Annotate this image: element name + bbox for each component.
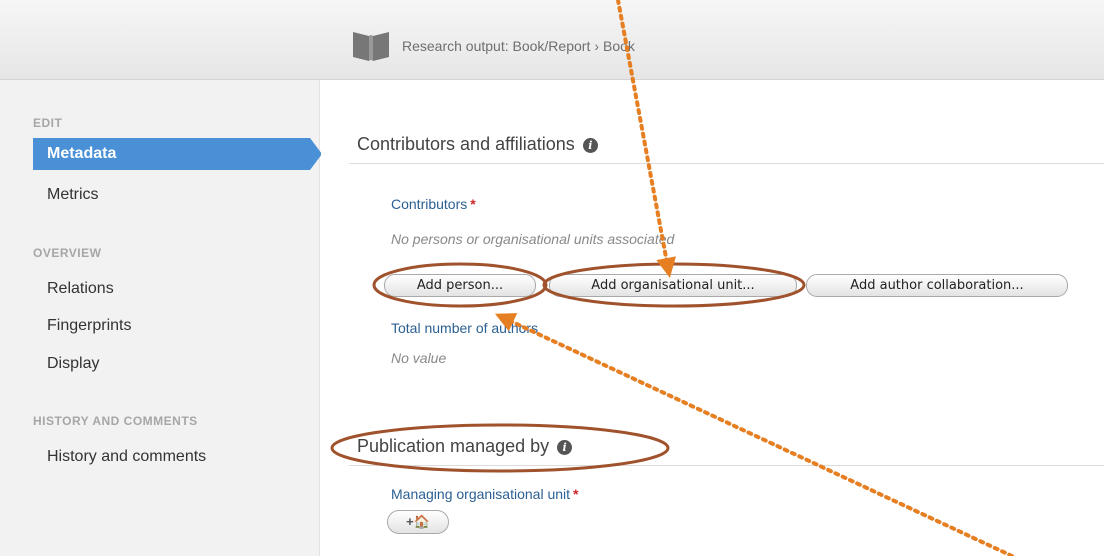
sidebar-section-edit: EDIT [33, 116, 63, 130]
contributors-section-title-text: Contributors and affiliations [357, 134, 575, 154]
no-contributors-text: No persons or organisational units assoc… [391, 231, 675, 247]
sidebar-item-metadata[interactable]: Metadata [33, 138, 322, 170]
required-marker: * [470, 196, 476, 212]
breadcrumb-book: Book [603, 38, 635, 54]
main-content: Contributors and affiliations i Contribut… [321, 80, 1104, 556]
total-authors-value: No value [391, 350, 447, 366]
add-person-button[interactable]: Add person... [384, 274, 536, 297]
total-authors-label: Total number of authors [391, 320, 539, 336]
section-divider [349, 465, 1104, 466]
add-org-unit-button[interactable]: Add organisational unit... [549, 274, 797, 297]
add-author-collaboration-button[interactable]: Add author collaboration... [806, 274, 1068, 297]
managing-unit-label-text: Managing organisational unit [391, 486, 571, 502]
sidebar-section-overview: OVERVIEW [33, 246, 102, 260]
add-home-icon[interactable]: +🏠 [387, 510, 449, 534]
sidebar-item-relations[interactable]: Relations [47, 280, 114, 298]
contributors-label-text: Contributors [391, 196, 468, 212]
contributors-section-title: Contributors and affiliations i [357, 134, 598, 155]
sidebar: EDIT Metadata Metrics OVERVIEW Relations… [0, 80, 322, 556]
sidebar-item-history[interactable]: History and comments [47, 448, 206, 466]
section-divider [349, 163, 1104, 164]
contributors-label: Contributors * [391, 196, 476, 212]
sidebar-section-history: HISTORY AND COMMENTS [33, 414, 198, 428]
breadcrumb: Research output: Book/Report › Book [402, 38, 635, 54]
breadcrumb-separator: › [594, 38, 600, 54]
breadcrumb-research-output[interactable]: Research output: Book/Report [402, 38, 590, 54]
sidebar-item-fingerprints[interactable]: Fingerprints [47, 317, 131, 335]
managed-by-section-title: Publication managed by i [357, 436, 573, 457]
sidebar-item-metrics[interactable]: Metrics [47, 186, 99, 204]
book-icon [353, 32, 389, 61]
required-marker: * [573, 486, 579, 502]
managed-by-section-title-text: Publication managed by [357, 436, 550, 456]
sidebar-item-display[interactable]: Display [47, 355, 99, 373]
info-icon[interactable]: i [557, 440, 573, 455]
info-icon[interactable]: i [582, 138, 598, 153]
top-header: Research output: Book/Report › Book [0, 0, 1104, 80]
managing-unit-label: Managing organisational unit * [391, 486, 578, 502]
